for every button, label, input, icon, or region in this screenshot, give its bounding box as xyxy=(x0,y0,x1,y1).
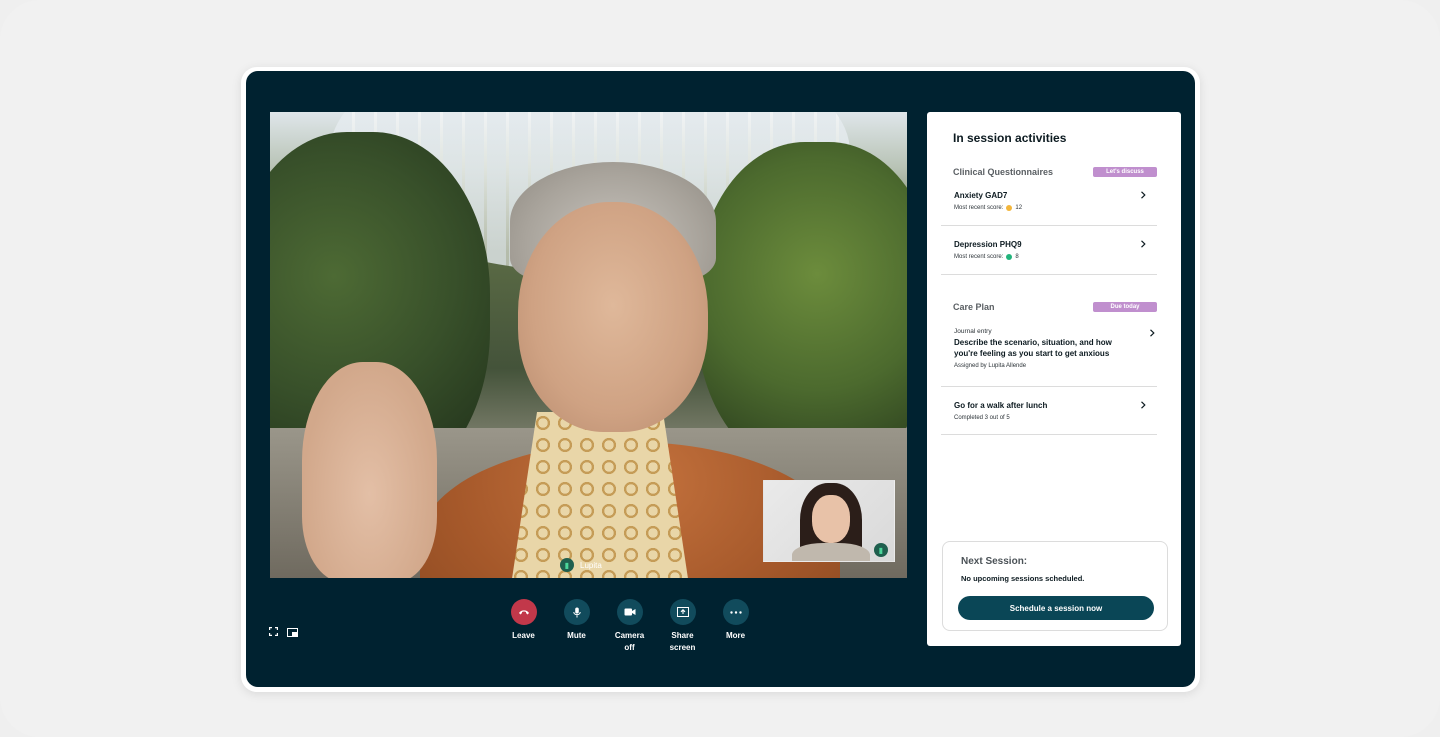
item-assigned: Assigned by Lupita Allende xyxy=(954,363,1027,369)
camera-off-label: Camera off xyxy=(614,631,645,652)
schedule-session-button[interactable]: Schedule a session now xyxy=(958,596,1154,620)
speaker-label: ▮ Lupita xyxy=(560,557,602,573)
microphone-icon xyxy=(563,599,590,625)
participant-face xyxy=(518,202,708,432)
self-view-face xyxy=(812,495,850,543)
audio-level-icon: ▮ xyxy=(560,558,574,572)
lets-discuss-badge: Let's discuss xyxy=(1093,167,1157,177)
chevron-right-icon xyxy=(1141,401,1146,409)
questionnaires-header: Clinical Questionnaires Let's discuss xyxy=(953,167,1157,177)
in-session-activities-panel: In session activities Clinical Questionn… xyxy=(927,112,1181,646)
background-foliage xyxy=(697,142,907,472)
score-label: Most recent score: xyxy=(954,205,1004,211)
view-options xyxy=(269,627,298,637)
more-label: More xyxy=(725,631,746,640)
score-indicator-icon xyxy=(1006,205,1013,211)
leave-label: Leave xyxy=(512,631,535,640)
speaker-name: Lupita xyxy=(580,560,602,570)
share-screen-label: Share screen xyxy=(669,631,696,652)
more-button[interactable]: More xyxy=(716,599,755,654)
next-session-card: Next Session: No upcoming sessions sched… xyxy=(942,541,1168,631)
score-value: 8 xyxy=(1015,254,1019,260)
share-screen-button[interactable]: Share screen xyxy=(663,599,702,654)
main-video-feed: ▮ Lupita ▮ xyxy=(270,112,907,578)
chevron-right-icon xyxy=(1141,191,1146,199)
care-plan-item-journal[interactable]: Journal entry Describe the scenario, sit… xyxy=(941,328,1157,387)
picture-in-picture-icon[interactable] xyxy=(287,627,298,637)
chevron-right-icon xyxy=(1141,240,1146,248)
questionnaire-item-anxiety[interactable]: Anxiety GAD7 Most recent score: 12 xyxy=(941,189,1157,226)
self-view-pip[interactable]: ▮ xyxy=(763,480,895,562)
fullscreen-icon[interactable] xyxy=(269,627,279,637)
item-kicker: Journal entry xyxy=(954,328,992,335)
item-score: Most recent score: 8 xyxy=(954,254,1157,260)
video-call-app: ▮ Lupita ▮ Leave Mute Camera off Share s… xyxy=(246,71,1195,687)
item-title: Go for a walk after lunch xyxy=(954,401,1048,410)
participant-shirt xyxy=(510,412,690,578)
audio-level-icon: ▮ xyxy=(874,543,888,557)
due-today-badge: Due today xyxy=(1093,302,1157,312)
share-screen-icon xyxy=(669,599,696,625)
score-label: Most recent score: xyxy=(954,254,1004,260)
score-indicator-icon xyxy=(1006,254,1013,260)
participant-waving-hand xyxy=(302,362,437,578)
item-title: Depression PHQ9 xyxy=(954,240,1022,249)
questionnaire-item-depression[interactable]: Depression PHQ9 Most recent score: 8 xyxy=(941,238,1157,275)
leave-button[interactable]: Leave xyxy=(504,599,543,654)
next-session-status: No upcoming sessions scheduled. xyxy=(961,574,1085,583)
next-session-label: Next Session: xyxy=(961,556,1028,567)
item-title: Describe the scenario, situation, and ho… xyxy=(954,338,1112,358)
camera-icon xyxy=(616,599,643,625)
call-controls: Leave Mute Camera off Share screen More xyxy=(504,599,755,654)
questionnaires-heading: Clinical Questionnaires xyxy=(953,167,1054,177)
self-view-body xyxy=(792,543,870,561)
phone-hangup-icon xyxy=(510,599,537,625)
more-dots-icon xyxy=(722,599,749,625)
item-score: Most recent score: 12 xyxy=(954,205,1157,211)
care-plan-item-walk[interactable]: Go for a walk after lunch Completed 3 ou… xyxy=(941,399,1157,435)
chevron-right-icon xyxy=(1150,329,1155,337)
item-title: Anxiety GAD7 xyxy=(954,191,1008,200)
item-progress: Completed 3 out of 5 xyxy=(954,415,1010,421)
camera-off-button[interactable]: Camera off xyxy=(610,599,649,654)
panel-title: In session activities xyxy=(953,131,1067,145)
care-plan-heading: Care Plan xyxy=(953,302,995,312)
care-plan-header: Care Plan Due today xyxy=(953,302,1157,312)
score-value: 12 xyxy=(1015,205,1023,211)
mute-label: Mute xyxy=(567,631,586,640)
mute-button[interactable]: Mute xyxy=(557,599,596,654)
